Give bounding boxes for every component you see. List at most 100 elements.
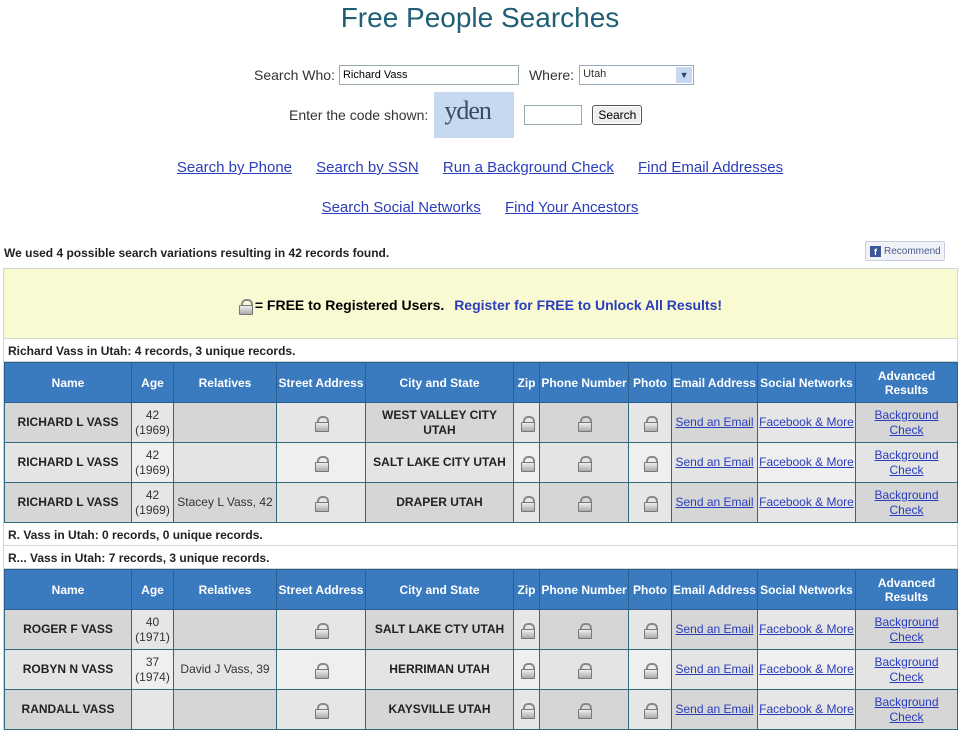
send-email-link[interactable]: Send an Email bbox=[675, 662, 753, 676]
lock-icon bbox=[520, 702, 535, 719]
city-state-cell: SALT LAKE CTY UTAH bbox=[365, 609, 514, 650]
section-label: R. Vass in Utah: 0 records, 0 unique rec… bbox=[4, 523, 957, 546]
send-email-cell: Send an Email bbox=[671, 482, 758, 523]
table-header-row: Name Age Relatives Street Address City and S… bbox=[4, 362, 958, 403]
name-cell: ROGER F VASS bbox=[4, 609, 132, 650]
link-find-ancestors[interactable]: Find Your Ancestors bbox=[505, 199, 638, 216]
city-state-cell: KAYSVILLE UTAH bbox=[365, 689, 514, 730]
phone-cell bbox=[539, 649, 629, 690]
background-check-link[interactable]: Background Check bbox=[874, 448, 938, 477]
lock-icon bbox=[315, 622, 329, 639]
column-header: Photo bbox=[628, 569, 672, 610]
street-address-cell bbox=[276, 689, 366, 730]
promo-banner: = FREE to Registered Users. Register for… bbox=[3, 268, 958, 339]
age: 42 bbox=[145, 487, 160, 502]
background-check-cell: Background Check bbox=[855, 442, 958, 483]
social-networks-link[interactable]: Facebook & More bbox=[759, 702, 854, 716]
results-container: Richard Vass in Utah: 4 records, 3 uniqu… bbox=[3, 339, 958, 730]
chevron-down-icon: ▼ bbox=[676, 67, 693, 83]
table-row: ROBYN N VASS 37 (1974) David J Vass, 39 HERR… bbox=[4, 649, 958, 690]
lock-icon bbox=[315, 455, 329, 472]
lock-icon bbox=[578, 702, 592, 719]
lock-icon bbox=[520, 455, 535, 472]
where-select-value: Utah bbox=[583, 68, 607, 80]
lock-icon bbox=[644, 415, 658, 432]
background-check-link[interactable]: Background Check bbox=[874, 695, 938, 724]
background-check-link[interactable]: Background Check bbox=[874, 408, 938, 437]
send-email-link[interactable]: Send an Email bbox=[675, 455, 753, 469]
column-header: Name bbox=[4, 362, 132, 403]
register-link[interactable]: Register for FREE to Unlock All Results! bbox=[454, 297, 722, 313]
background-check-cell: Background Check bbox=[855, 482, 958, 523]
social-networks-link[interactable]: Facebook & More bbox=[759, 495, 854, 509]
city-state-cell: SALT LAKE CITY UTAH bbox=[365, 442, 514, 483]
column-header: Age bbox=[131, 362, 174, 403]
page-title: Free People Searches bbox=[340, 2, 620, 33]
column-header: Advanced Results bbox=[855, 569, 958, 610]
social-networks-link[interactable]: Facebook & More bbox=[759, 415, 854, 429]
search-who-input[interactable] bbox=[338, 65, 519, 85]
link-social-networks[interactable]: Search Social Networks bbox=[322, 199, 481, 216]
relatives-cell bbox=[173, 402, 277, 443]
background-check-link[interactable]: Background Check bbox=[874, 615, 938, 644]
name-cell: RICHARD L VASS bbox=[4, 482, 132, 523]
age: 37 bbox=[145, 654, 160, 669]
zip-cell bbox=[513, 482, 540, 523]
age-cell: 37 (1974) bbox=[131, 649, 174, 690]
birth-year: (1969) bbox=[135, 462, 170, 477]
send-email-link[interactable]: Send an Email bbox=[675, 415, 753, 429]
zip-cell bbox=[513, 442, 540, 483]
background-check-link[interactable]: Background Check bbox=[874, 655, 938, 684]
send-email-link[interactable]: Send an Email bbox=[675, 702, 753, 716]
phone-cell bbox=[539, 402, 629, 443]
send-email-cell: Send an Email bbox=[671, 402, 758, 443]
social-networks-cell: Facebook & More bbox=[757, 402, 856, 443]
phone-cell bbox=[539, 442, 629, 483]
column-header: Phone Number bbox=[539, 569, 629, 610]
social-networks-link[interactable]: Facebook & More bbox=[759, 455, 854, 469]
social-networks-cell: Facebook & More bbox=[757, 442, 856, 483]
send-email-link[interactable]: Send an Email bbox=[675, 622, 753, 636]
lock-icon bbox=[644, 622, 658, 639]
link-background-check[interactable]: Run a Background Check bbox=[443, 159, 614, 176]
lock-icon bbox=[644, 455, 658, 472]
column-header: Photo bbox=[628, 362, 672, 403]
where-select[interactable]: Utah ▼ bbox=[579, 65, 695, 85]
birth-year: (1969) bbox=[135, 502, 170, 517]
phone-cell bbox=[539, 689, 629, 730]
birth-year: (1969) bbox=[135, 422, 170, 437]
city-state-cell: WEST VALLEY CITY UTAH bbox=[365, 402, 514, 443]
background-check-link[interactable]: Background Check bbox=[874, 488, 938, 517]
lock-icon bbox=[315, 415, 329, 432]
send-email-cell: Send an Email bbox=[671, 649, 758, 690]
photo-cell bbox=[628, 402, 672, 443]
code-input[interactable] bbox=[524, 105, 583, 125]
age-cell bbox=[131, 689, 174, 730]
age-cell: 40 (1971) bbox=[131, 609, 174, 650]
birth-year: (1971) bbox=[135, 629, 170, 644]
relatives-cell bbox=[173, 442, 277, 483]
name-cell: RANDALL VASS bbox=[4, 689, 132, 730]
social-networks-link[interactable]: Facebook & More bbox=[759, 622, 854, 636]
zip-cell bbox=[513, 649, 540, 690]
street-address-cell bbox=[276, 402, 366, 443]
recommend-button[interactable]: f Recommend bbox=[865, 241, 945, 261]
link-search-by-phone[interactable]: Search by Phone bbox=[177, 159, 292, 176]
search-button[interactable]: Search bbox=[592, 105, 643, 125]
photo-cell bbox=[628, 609, 672, 650]
where-label: Where: bbox=[528, 67, 575, 83]
lock-icon bbox=[578, 662, 592, 679]
send-email-link[interactable]: Send an Email bbox=[675, 495, 753, 509]
phone-cell bbox=[539, 609, 629, 650]
captcha-image: yden bbox=[434, 92, 515, 138]
column-header: Advanced Results bbox=[855, 362, 958, 403]
link-search-by-ssn[interactable]: Search by SSN bbox=[316, 159, 419, 176]
social-networks-cell: Facebook & More bbox=[757, 609, 856, 650]
link-find-email[interactable]: Find Email Addresses bbox=[638, 159, 783, 176]
search-row: Search Who: Where: Utah ▼ bbox=[254, 65, 695, 85]
street-address-cell bbox=[276, 482, 366, 523]
name-cell: RICHARD L VASS bbox=[4, 442, 132, 483]
column-header: Social Networks bbox=[757, 569, 856, 610]
social-networks-link[interactable]: Facebook & More bbox=[759, 662, 854, 676]
column-header: Relatives bbox=[173, 362, 277, 403]
